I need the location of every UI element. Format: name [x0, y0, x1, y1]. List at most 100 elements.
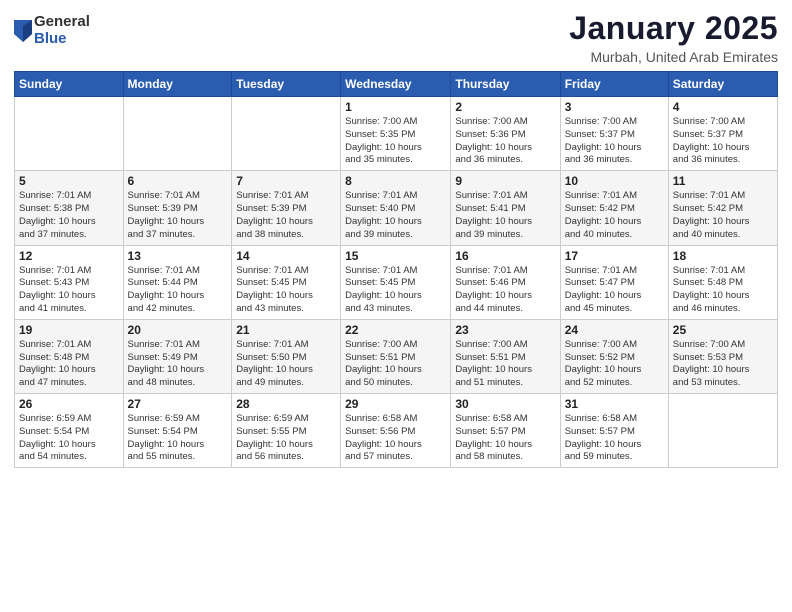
calendar-week-3: 12 Sunrise: 7:01 AMSunset: 5:43 PMDayligh…: [15, 245, 778, 319]
day-number: 4: [673, 100, 773, 114]
day-number: 14: [236, 249, 336, 263]
calendar-cell-w2-d6: 10 Sunrise: 7:01 AMSunset: 5:42 PMDayligh…: [560, 171, 668, 245]
col-sunday: Sunday: [15, 72, 124, 97]
col-monday: Monday: [123, 72, 232, 97]
calendar-week-5: 26 Sunrise: 6:59 AMSunset: 5:54 PMDayligh…: [15, 394, 778, 468]
day-number: 22: [345, 323, 446, 337]
calendar-cell-w1-d5: 2 Sunrise: 7:00 AMSunset: 5:36 PMDaylight…: [451, 97, 560, 171]
logo-text: General Blue: [34, 14, 90, 47]
day-info: Sunrise: 6:58 AMSunset: 5:57 PMDaylight:…: [455, 413, 555, 464]
calendar-week-2: 5Sunrise: 7:01 AMSunset: 5:38 PMDaylight…: [15, 171, 778, 245]
calendar-week-4: 19Sunrise: 7:01 AMSunset: 5:48 PMDayligh…: [15, 319, 778, 393]
calendar-cell-w3-d5: 16Sunrise: 7:01 AMSunset: 5:46 PMDayligh…: [451, 245, 560, 319]
page: General Blue January 2025 Murbah, United…: [0, 0, 792, 612]
day-number: 31: [565, 397, 664, 411]
day-number: 24: [565, 323, 664, 337]
calendar-cell-w4-d1: 19Sunrise: 7:01 AMSunset: 5:48 PMDayligh…: [15, 319, 124, 393]
calendar-cell-w2-d1: 5Sunrise: 7:01 AMSunset: 5:38 PMDaylight…: [15, 171, 124, 245]
day-number: 17: [565, 249, 664, 263]
day-number: 29: [345, 397, 446, 411]
calendar-cell-w5-d7: [668, 394, 777, 468]
day-info: Sunrise: 7:01 AMSunset: 5:40 PMDaylight:…: [345, 190, 446, 241]
day-info: Sunrise: 7:01 AMSunset: 5:42 PMDaylight:…: [673, 190, 773, 241]
calendar-cell-w3-d6: 17 Sunrise: 7:01 AMSunset: 5:47 PMDayligh…: [560, 245, 668, 319]
calendar-cell-w2-d4: 8 Sunrise: 7:01 AMSunset: 5:40 PMDaylight…: [341, 171, 451, 245]
day-info: Sunrise: 7:01 AMSunset: 5:48 PMDaylight:…: [673, 265, 773, 316]
calendar-cell-w1-d6: 3Sunrise: 7:00 AMSunset: 5:37 PMDaylight…: [560, 97, 668, 171]
col-thursday: Thursday: [451, 72, 560, 97]
day-number: 25: [673, 323, 773, 337]
day-number: 6: [128, 174, 228, 188]
logo-general-text: General: [34, 14, 90, 31]
calendar-cell-w2-d2: 6Sunrise: 7:01 AMSunset: 5:39 PMDaylight…: [123, 171, 232, 245]
calendar-cell-w4-d2: 20 Sunrise: 7:01 AMSunset: 5:49 PMDayligh…: [123, 319, 232, 393]
day-number: 15: [345, 249, 446, 263]
day-number: 10: [565, 174, 664, 188]
calendar-cell-w5-d6: 31 Sunrise: 6:58 AMSunset: 5:57 PMDayligh…: [560, 394, 668, 468]
logo-icon: [14, 20, 32, 42]
col-wednesday: Wednesday: [341, 72, 451, 97]
col-friday: Friday: [560, 72, 668, 97]
calendar-cell-w4-d5: 23 Sunrise: 7:00 AMSunset: 5:51 PMDayligh…: [451, 319, 560, 393]
day-info: Sunrise: 7:01 AMSunset: 5:38 PMDaylight:…: [19, 190, 119, 241]
day-number: 30: [455, 397, 555, 411]
day-info: Sunrise: 7:01 AMSunset: 5:43 PMDaylight:…: [19, 265, 119, 316]
day-info: Sunrise: 7:01 AMSunset: 5:42 PMDaylight:…: [565, 190, 664, 241]
calendar-title: January 2025: [569, 10, 778, 47]
day-info: Sunrise: 7:01 AMSunset: 5:39 PMDaylight:…: [236, 190, 336, 241]
day-info: Sunrise: 6:58 AMSunset: 5:56 PMDaylight:…: [345, 413, 446, 464]
calendar-cell-w4-d7: 25 Sunrise: 7:00 AMSunset: 5:53 PMDayligh…: [668, 319, 777, 393]
day-info: Sunrise: 7:01 AMSunset: 5:49 PMDaylight:…: [128, 339, 228, 390]
calendar-header-row: Sunday Monday Tuesday Wednesday Thursday…: [15, 72, 778, 97]
calendar-cell-w4-d6: 24Sunrise: 7:00 AMSunset: 5:52 PMDayligh…: [560, 319, 668, 393]
day-info: Sunrise: 6:59 AMSunset: 5:54 PMDaylight:…: [19, 413, 119, 464]
calendar-cell-w2-d5: 9 Sunrise: 7:01 AMSunset: 5:41 PMDaylight…: [451, 171, 560, 245]
logo: General Blue: [14, 14, 90, 47]
calendar-cell-w2-d3: 7 Sunrise: 7:01 AMSunset: 5:39 PMDaylight…: [232, 171, 341, 245]
calendar-cell-w1-d1: [15, 97, 124, 171]
day-number: 21: [236, 323, 336, 337]
day-number: 27: [128, 397, 228, 411]
calendar-cell-w3-d4: 15Sunrise: 7:01 AMSunset: 5:45 PMDayligh…: [341, 245, 451, 319]
day-number: 1: [345, 100, 446, 114]
col-tuesday: Tuesday: [232, 72, 341, 97]
calendar-cell-w5-d2: 27 Sunrise: 6:59 AMSunset: 5:54 PMDayligh…: [123, 394, 232, 468]
day-number: 18: [673, 249, 773, 263]
day-number: 23: [455, 323, 555, 337]
calendar-cell-w3-d1: 12 Sunrise: 7:01 AMSunset: 5:43 PMDayligh…: [15, 245, 124, 319]
day-info: Sunrise: 7:00 AMSunset: 5:53 PMDaylight:…: [673, 339, 773, 390]
day-info: Sunrise: 7:00 AMSunset: 5:51 PMDaylight:…: [455, 339, 555, 390]
day-info: Sunrise: 7:00 AMSunset: 5:36 PMDaylight:…: [455, 116, 555, 167]
day-number: 26: [19, 397, 119, 411]
day-number: 16: [455, 249, 555, 263]
day-info: Sunrise: 7:01 AMSunset: 5:47 PMDaylight:…: [565, 265, 664, 316]
calendar-cell-w5-d4: 29 Sunrise: 6:58 AMSunset: 5:56 PMDayligh…: [341, 394, 451, 468]
calendar-cell-w1-d4: 1Sunrise: 7:00 AMSunset: 5:35 PMDaylight…: [341, 97, 451, 171]
logo-blue-text: Blue: [34, 31, 90, 48]
calendar-cell-w5-d5: 30 Sunrise: 6:58 AMSunset: 5:57 PMDayligh…: [451, 394, 560, 468]
calendar-cell-w3-d3: 14Sunrise: 7:01 AMSunset: 5:45 PMDayligh…: [232, 245, 341, 319]
day-number: 12: [19, 249, 119, 263]
day-info: Sunrise: 7:00 AMSunset: 5:37 PMDaylight:…: [565, 116, 664, 167]
day-number: 7: [236, 174, 336, 188]
day-info: Sunrise: 7:01 AMSunset: 5:41 PMDaylight:…: [455, 190, 555, 241]
day-number: 13: [128, 249, 228, 263]
day-info: Sunrise: 7:01 AMSunset: 5:44 PMDaylight:…: [128, 265, 228, 316]
calendar-cell-w5-d3: 28Sunrise: 6:59 AMSunset: 5:55 PMDayligh…: [232, 394, 341, 468]
calendar-table: Sunday Monday Tuesday Wednesday Thursday…: [14, 71, 778, 468]
day-info: Sunrise: 6:59 AMSunset: 5:54 PMDaylight:…: [128, 413, 228, 464]
calendar-cell-w5-d1: 26 Sunrise: 6:59 AMSunset: 5:54 PMDayligh…: [15, 394, 124, 468]
calendar-cell-w1-d3: [232, 97, 341, 171]
day-info: Sunrise: 6:58 AMSunset: 5:57 PMDaylight:…: [565, 413, 664, 464]
calendar-cell-w3-d7: 18 Sunrise: 7:01 AMSunset: 5:48 PMDayligh…: [668, 245, 777, 319]
day-info: Sunrise: 7:01 AMSunset: 5:50 PMDaylight:…: [236, 339, 336, 390]
calendar-cell-w4-d3: 21 Sunrise: 7:01 AMSunset: 5:50 PMDayligh…: [232, 319, 341, 393]
day-number: 8: [345, 174, 446, 188]
calendar-location: Murbah, United Arab Emirates: [569, 49, 778, 65]
day-number: 9: [455, 174, 555, 188]
calendar-week-1: 1Sunrise: 7:00 AMSunset: 5:35 PMDaylight…: [15, 97, 778, 171]
day-number: 20: [128, 323, 228, 337]
calendar-cell-w3-d2: 13 Sunrise: 7:01 AMSunset: 5:44 PMDayligh…: [123, 245, 232, 319]
day-number: 2: [455, 100, 555, 114]
day-info: Sunrise: 7:01 AMSunset: 5:48 PMDaylight:…: [19, 339, 119, 390]
